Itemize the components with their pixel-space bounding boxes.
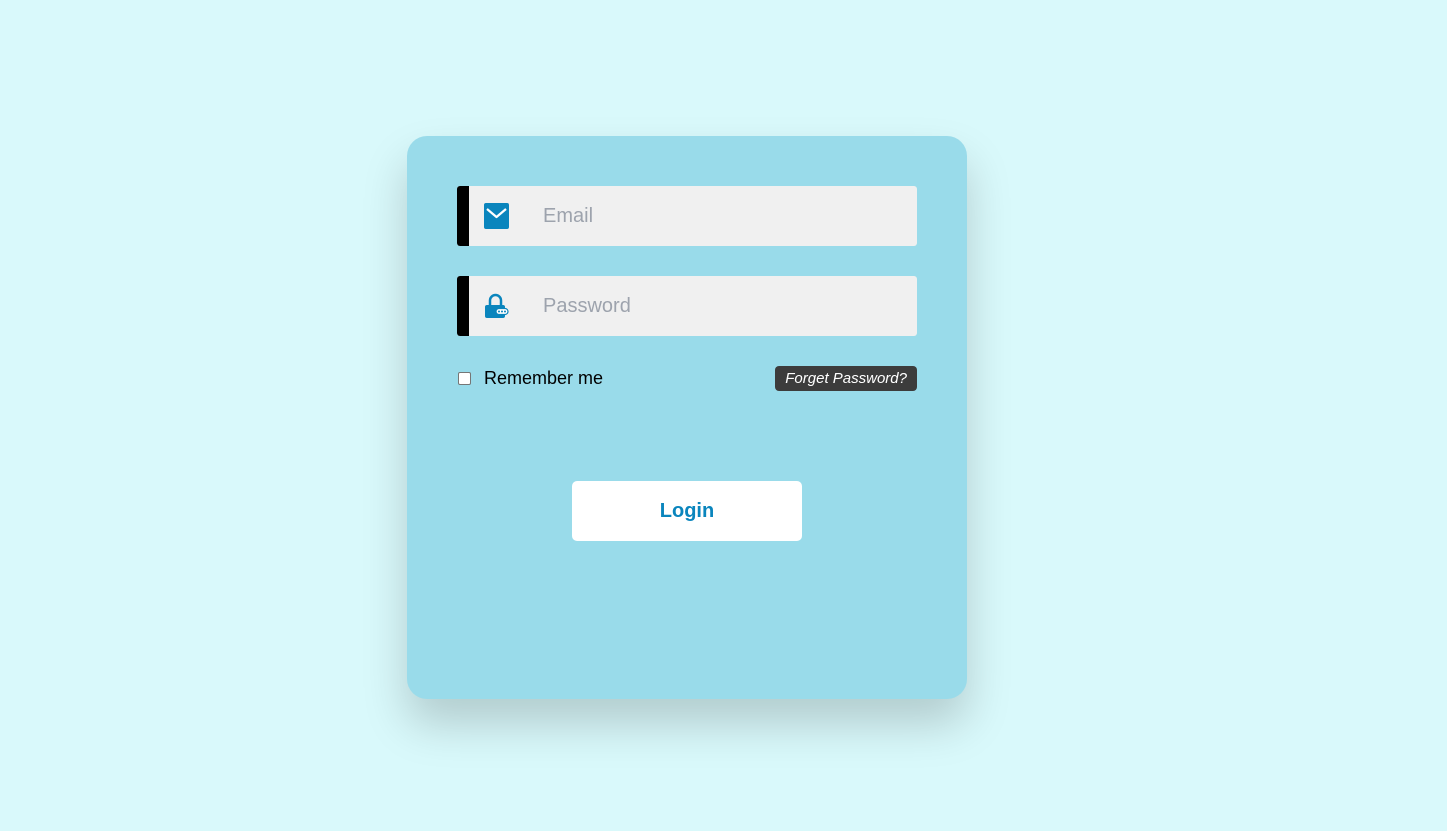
- field-accent-bar: [457, 186, 469, 246]
- remember-me-checkbox[interactable]: [458, 371, 471, 385]
- password-field-wrapper: [457, 276, 917, 336]
- email-input[interactable]: [543, 186, 903, 246]
- login-button[interactable]: Login: [572, 481, 802, 541]
- email-field-wrapper: [457, 186, 917, 246]
- remember-me-row: Remember me: [457, 368, 603, 388]
- password-input[interactable]: [543, 276, 903, 336]
- forgot-password-link[interactable]: Forget Password?: [775, 366, 917, 391]
- lock-icon: [484, 293, 509, 319]
- remember-me-label[interactable]: Remember me: [484, 368, 603, 389]
- envelope-icon: [484, 203, 509, 229]
- field-accent-bar: [457, 276, 469, 336]
- login-card: Remember me Forget Password? Login: [407, 136, 967, 699]
